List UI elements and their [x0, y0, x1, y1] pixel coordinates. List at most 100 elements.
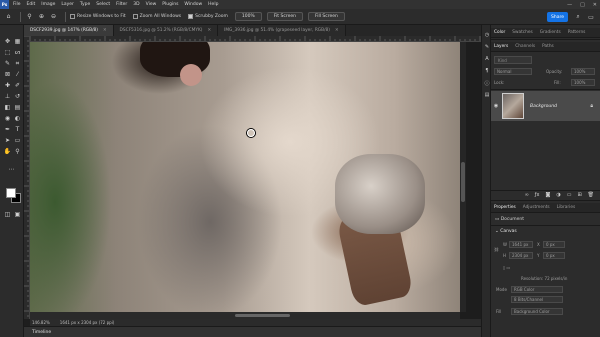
- zoom-100-button[interactable]: 100%: [234, 12, 262, 21]
- canvas-section-header[interactable]: ⌄ Canvas: [495, 229, 517, 234]
- zoom-all-windows-checkbox[interactable]: Zoom All Windows: [132, 14, 181, 19]
- tab-document-1[interactable]: DSCF2939.jpg @ 147% (RGB/8) ✕: [24, 25, 114, 36]
- zoom-tool-icon[interactable]: ⚲: [13, 147, 22, 156]
- layer-name[interactable]: Background: [530, 104, 557, 109]
- pen-tool-icon[interactable]: ✒: [3, 125, 12, 134]
- close-tab-icon[interactable]: ✕: [103, 28, 107, 33]
- y-field[interactable]: 0 px: [543, 252, 565, 259]
- quick-mask-icon[interactable]: ◫: [3, 210, 12, 219]
- tab-channels[interactable]: Channels: [515, 44, 535, 49]
- path-select-tool-icon[interactable]: ➤: [3, 136, 12, 145]
- scroll-thumb[interactable]: [235, 314, 290, 317]
- tab-adjustments[interactable]: Adjustments: [523, 205, 550, 210]
- minimize-button[interactable]: —: [567, 2, 572, 8]
- scrubby-zoom-checkbox[interactable]: Scrubby Zoom: [188, 14, 228, 19]
- gradient-tool-icon[interactable]: ▤: [13, 103, 22, 112]
- menu-window[interactable]: Window: [184, 2, 202, 7]
- search-icon[interactable]: ⌕: [573, 12, 583, 22]
- frame-tool-icon[interactable]: ⊠: [3, 70, 12, 79]
- new-layer-icon[interactable]: ⊞: [577, 192, 581, 198]
- link-layers-icon[interactable]: ∞: [525, 192, 529, 198]
- orientation-icons[interactable]: ▯ ▭: [503, 265, 510, 270]
- more-tools-icon[interactable]: ⋯: [7, 165, 16, 174]
- character-icon[interactable]: A: [483, 55, 491, 63]
- close-button[interactable]: ✕: [593, 2, 597, 8]
- shape-tool-icon[interactable]: ▭: [13, 136, 22, 145]
- workspace-icon[interactable]: ▭: [586, 12, 596, 22]
- navigator-icon[interactable]: ▤: [483, 91, 491, 99]
- zoom-out-icon[interactable]: ⊖: [49, 12, 58, 21]
- artboard-tool-icon[interactable]: ▦: [13, 37, 22, 46]
- resize-windows-checkbox[interactable]: Resize Windows to Fit: [70, 14, 126, 19]
- healing-brush-tool-icon[interactable]: ✚: [3, 81, 12, 90]
- marquee-tool-icon[interactable]: ⬚: [3, 48, 12, 57]
- menu-layer[interactable]: Layer: [61, 2, 74, 7]
- menu-plugins[interactable]: Plugins: [162, 2, 178, 7]
- x-field[interactable]: 0 px: [543, 241, 565, 248]
- scroll-thumb[interactable]: [461, 162, 465, 202]
- horizontal-scrollbar[interactable]: [30, 312, 460, 319]
- lock-icon[interactable]: 🔒︎: [590, 103, 593, 109]
- fx-icon[interactable]: ƒx: [535, 192, 540, 198]
- layer-row-background[interactable]: ◉ Background 🔒︎: [491, 91, 600, 121]
- clone-stamp-tool-icon[interactable]: ⊥: [3, 92, 12, 101]
- tab-libraries[interactable]: Libraries: [557, 205, 576, 210]
- dodge-tool-icon[interactable]: ◐: [13, 114, 22, 123]
- lasso-tool-icon[interactable]: ᔕ: [13, 48, 22, 57]
- blur-tool-icon[interactable]: ◉: [3, 114, 12, 123]
- tab-properties[interactable]: Properties: [494, 205, 516, 210]
- tab-gradients[interactable]: Gradients: [540, 30, 561, 35]
- quick-select-tool-icon[interactable]: ✎: [3, 59, 12, 68]
- menu-file[interactable]: File: [13, 2, 21, 7]
- tab-color[interactable]: Color: [494, 30, 505, 35]
- layer-filter-select[interactable]: Kind: [494, 56, 532, 64]
- tab-paths[interactable]: Paths: [542, 44, 554, 49]
- eraser-tool-icon[interactable]: ◧: [3, 103, 12, 112]
- vertical-scrollbar[interactable]: [460, 42, 466, 312]
- screen-mode-icon[interactable]: ▣: [13, 210, 22, 219]
- menu-help[interactable]: Help: [208, 2, 218, 7]
- mode-select[interactable]: RGB Color: [511, 286, 563, 293]
- fill-field[interactable]: 100%: [571, 79, 595, 86]
- history-icon[interactable]: ◷: [483, 31, 491, 39]
- tab-layers[interactable]: Layers: [494, 44, 508, 49]
- bit-depth-select[interactable]: 8 Bits/Channel: [511, 296, 563, 303]
- close-tab-icon[interactable]: ✕: [335, 28, 339, 33]
- koala-photo[interactable]: [30, 42, 460, 319]
- foreground-color-swatch[interactable]: [6, 188, 16, 198]
- adjustment-icon[interactable]: ◑: [556, 192, 560, 198]
- tab-patterns[interactable]: Patterns: [568, 30, 586, 35]
- folder-icon[interactable]: ▭: [567, 192, 572, 198]
- home-icon[interactable]: ⌂: [4, 12, 13, 21]
- history-brush-tool-icon[interactable]: ↺: [13, 92, 22, 101]
- link-dimensions-icon[interactable]: ⛓: [494, 247, 499, 252]
- tab-swatches[interactable]: Swatches: [512, 30, 533, 35]
- zoom-level[interactable]: 146.82%: [32, 320, 50, 325]
- menu-edit[interactable]: Edit: [27, 2, 36, 7]
- menu-image[interactable]: Image: [41, 2, 55, 7]
- opacity-field[interactable]: 100%: [571, 68, 595, 75]
- brush-tool-icon[interactable]: ✐: [13, 81, 22, 90]
- fit-screen-button[interactable]: Fit Screen: [266, 12, 303, 21]
- menu-type[interactable]: Type: [80, 2, 90, 7]
- eyedropper-tool-icon[interactable]: ⁄: [13, 70, 22, 79]
- share-button[interactable]: Share: [547, 12, 568, 22]
- info-icon[interactable]: ⓘ: [483, 79, 491, 87]
- maximize-button[interactable]: □: [580, 2, 585, 8]
- zoom-tool-icon[interactable]: ⚲: [25, 12, 34, 21]
- fill-select[interactable]: Background Color: [511, 308, 563, 315]
- brush-settings-icon[interactable]: ✎: [483, 43, 491, 51]
- width-field[interactable]: 1641 px: [509, 241, 533, 248]
- menu-view[interactable]: View: [146, 2, 157, 7]
- close-tab-icon[interactable]: ✕: [207, 28, 211, 33]
- zoom-in-icon[interactable]: ⊕: [37, 12, 46, 21]
- eye-icon[interactable]: ◉: [491, 103, 501, 109]
- menu-3d[interactable]: 3D: [133, 2, 139, 7]
- timeline-panel[interactable]: Timeline: [24, 326, 481, 337]
- height-field[interactable]: 2304 px: [509, 252, 533, 259]
- blend-mode-select[interactable]: Normal: [494, 68, 532, 75]
- type-tool-icon[interactable]: T: [13, 125, 22, 134]
- mask-icon[interactable]: ◙: [545, 192, 550, 198]
- tab-document-2[interactable]: DSCF5316.jpg @ 51.2% (RGB/8/CMYK) ✕: [113, 25, 219, 36]
- fill-screen-button[interactable]: Fill Screen: [307, 12, 345, 21]
